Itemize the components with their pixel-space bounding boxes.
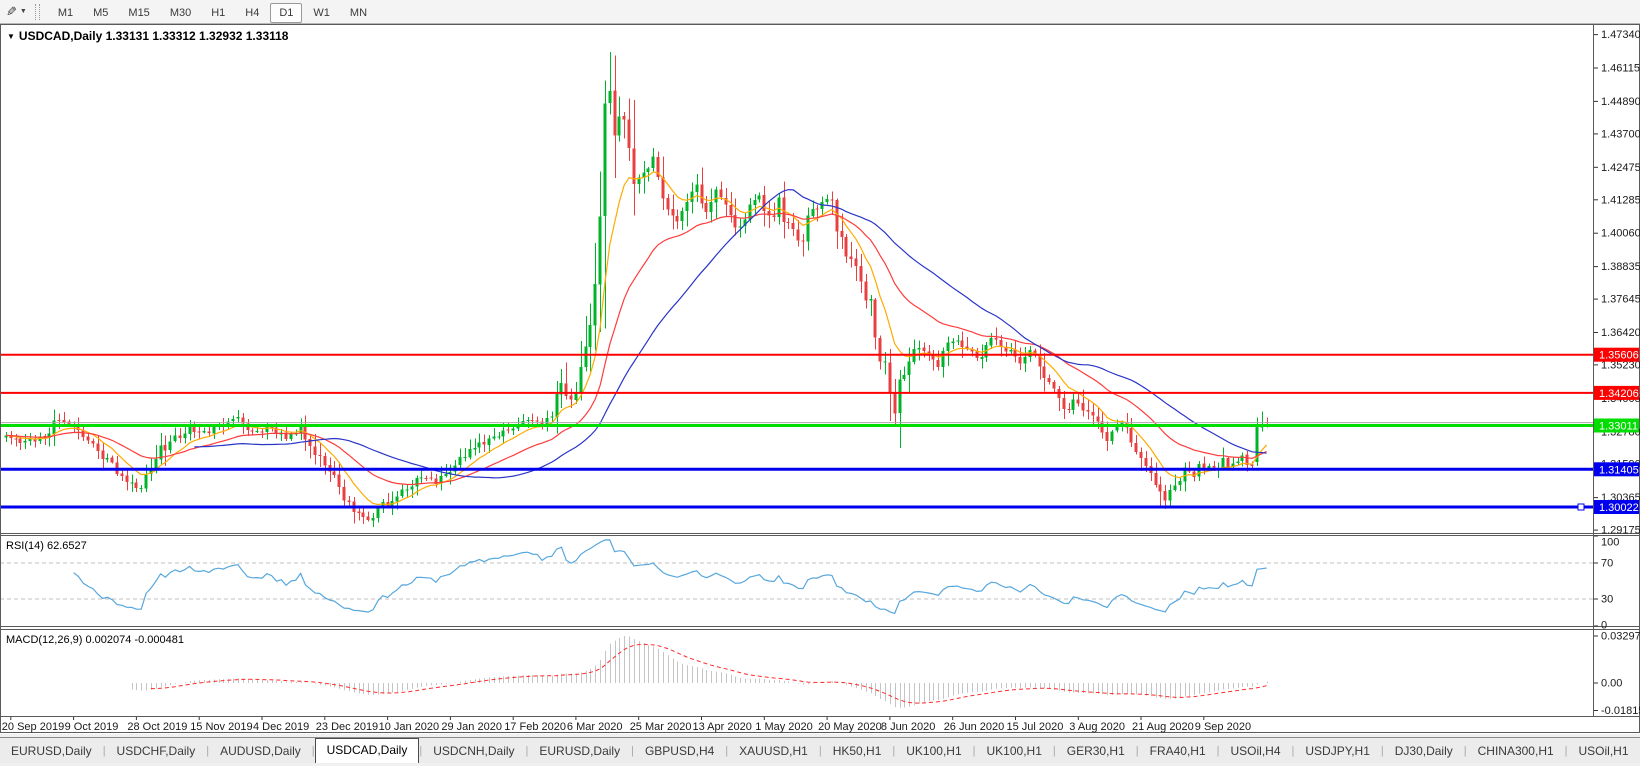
date-tick-label: 21 Aug 2020 — [1132, 721, 1194, 733]
date-tick-label: 28 Oct 2019 — [127, 721, 187, 733]
date-tick-label: 17 Feb 2020 — [504, 721, 566, 733]
chart-tab[interactable]: USDCHF,Daily — [106, 741, 207, 762]
macd-tick-label: 0.00 — [1601, 678, 1622, 690]
chart-tab[interactable]: GER30,H1 — [1056, 741, 1136, 762]
rsi-tick-label: 70 — [1601, 558, 1613, 570]
date-tick-label: 13 Apr 2020 — [693, 721, 752, 733]
chart-tool-icon[interactable]: ✎ — [6, 4, 17, 20]
date-tick-label: 15 Nov 2019 — [190, 721, 252, 733]
price-tick-label: 1.47340 — [1601, 29, 1640, 41]
chart-tab[interactable]: EURUSD,Daily — [528, 741, 631, 762]
price-tick-label: 1.44890 — [1601, 96, 1640, 108]
price-tick-label: 1.29175 — [1601, 525, 1640, 537]
price-tick-label: 1.43700 — [1601, 128, 1640, 140]
chart-tab[interactable]: FRA40,H1 — [1139, 741, 1217, 762]
timeframe-button-mn[interactable]: MN — [341, 3, 376, 23]
timeframe-button-w1[interactable]: W1 — [304, 3, 339, 23]
price-line-label: 1.34206 — [1599, 388, 1639, 400]
chart-tab[interactable]: XAUUSD,H1 — [728, 741, 819, 762]
timeframe-buttons: M1 M5 M15 M30 H1 H4 D1 W1 MN — [48, 2, 377, 23]
price-tick-label: 1.41285 — [1601, 194, 1640, 206]
price-line-label: 1.33011 — [1599, 421, 1638, 433]
chart-tab[interactable]: HK50,H1 — [822, 741, 893, 762]
chart-tab[interactable]: UK100,H1 — [976, 741, 1053, 762]
date-tick-label: 8 Jun 2020 — [881, 721, 935, 733]
timeframe-button-m15[interactable]: M15 — [119, 3, 158, 23]
date-tick-label: 9 Oct 2019 — [65, 721, 119, 733]
chart-workspace: 1.47340 1.46115 1.44890 1.43700 1.42475 1.412… — [0, 24, 1640, 734]
timeframe-button-h1[interactable]: H1 — [202, 3, 234, 23]
macd-tick-label: -0.018154 — [1601, 705, 1640, 717]
macd-tick-label: 0.032972 — [1601, 631, 1640, 643]
date-tick-label: 9 Sep 2020 — [1195, 721, 1251, 733]
timeframe-button-d1[interactable]: D1 — [270, 2, 303, 23]
timeframe-toolbar: ✎ ▼ M1 M5 M15 M30 H1 H4 D1 W1 MN — [0, 0, 1640, 24]
price-tick-label: 1.46115 — [1601, 63, 1640, 75]
date-tick-label: 4 Dec 2019 — [253, 721, 309, 733]
toolbar-grip-handle[interactable] — [34, 3, 40, 20]
chevron-down-icon[interactable]: ▼ — [20, 8, 27, 15]
chart-tab[interactable]: CHINA300,H1 — [1467, 741, 1565, 762]
date-tick-label: 10 Jan 2020 — [379, 721, 440, 733]
line-drag-handle[interactable] — [1577, 503, 1585, 511]
chart-tab[interactable]: USOil,H4 — [1220, 741, 1292, 762]
date-tick-label: 15 Jul 2020 — [1007, 721, 1064, 733]
chart-tab[interactable]: USDCAD,Daily — [314, 738, 420, 763]
price-tick-label: 1.37645 — [1601, 294, 1640, 306]
chart-tab[interactable]: EURUSD,Daily — [0, 741, 103, 762]
price-tick-label: 1.40060 — [1601, 228, 1640, 240]
price-line-label: 1.35606 — [1599, 350, 1639, 362]
chart-tab[interactable]: USDJPY,H1 — [1294, 741, 1380, 762]
price-line-label: 1.30022 — [1599, 502, 1639, 514]
date-tick-label: 1 May 2020 — [755, 721, 812, 733]
timeframe-button-m5[interactable]: M5 — [84, 3, 117, 23]
price-tick-label: 1.38835 — [1601, 261, 1640, 273]
trading-platform-window: ✎ ▼ M1 M5 M15 M30 H1 H4 D1 W1 MN 1.47340 1.46115 1… — [0, 0, 1640, 766]
date-tick-label: 20 May 2020 — [818, 721, 882, 733]
date-tick-label: 26 Jun 2020 — [944, 721, 1005, 733]
chart-tab[interactable]: UK100,H1 — [895, 741, 972, 762]
date-tick-label: 23 Dec 2019 — [316, 721, 378, 733]
chart-tab[interactable]: DJ30,Daily — [1384, 741, 1464, 762]
price-tick-label: 1.42475 — [1601, 162, 1640, 174]
chart-tab[interactable]: USOil,H1 — [1568, 741, 1640, 762]
timeframe-button-m1[interactable]: M1 — [49, 3, 82, 23]
chart-tab[interactable]: USDCNH,Daily — [422, 741, 525, 762]
timeframe-button-h4[interactable]: H4 — [236, 3, 268, 23]
timeframe-button-m30[interactable]: M30 — [161, 3, 200, 23]
date-tick-label: 20 Sep 2019 — [2, 721, 64, 733]
date-tick-label: 25 Mar 2020 — [630, 721, 692, 733]
chart-tab-bar: EURUSD,Daily | USDCHF,Daily | AUDUSD,Daily | U… — [0, 737, 1640, 763]
rsi-tick-label: 100 — [1601, 537, 1619, 549]
date-tick-label: 29 Jan 2020 — [441, 721, 502, 733]
date-tick-label: 6 Mar 2020 — [567, 721, 623, 733]
chart-tab[interactable]: AUDUSD,Daily — [209, 741, 312, 762]
rsi-tick-label: 30 — [1601, 594, 1613, 606]
chart-tab[interactable]: GBPUSD,H4 — [634, 741, 725, 762]
price-line-label: 1.31405 — [1599, 464, 1639, 476]
price-chart: 1.47340 1.46115 1.44890 1.43700 1.42475 1.412… — [0, 24, 1640, 733]
price-tick-label: 1.36420 — [1601, 327, 1640, 339]
date-tick-label: 3 Aug 2020 — [1069, 721, 1125, 733]
